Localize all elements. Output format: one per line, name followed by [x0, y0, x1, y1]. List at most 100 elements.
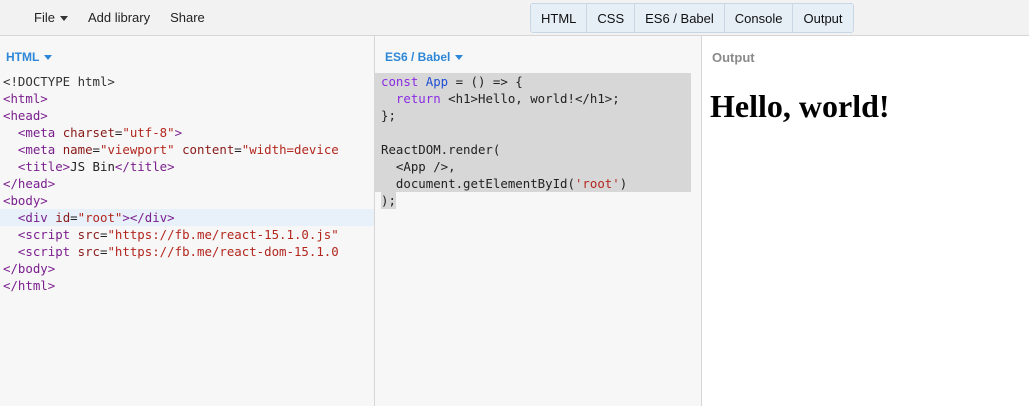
main-menu: File Add library Share [24, 0, 215, 36]
code-token: 'root' [574, 176, 620, 191]
code-token: = [70, 210, 78, 225]
code-line: document.getElementById('root') [375, 175, 691, 192]
code-token: <h1>Hello, world!</h1>; [440, 91, 620, 106]
code-token: </html> [3, 278, 56, 293]
file-menu-label: File [34, 10, 55, 25]
code-line [375, 124, 691, 141]
code-line: <body> [0, 192, 374, 209]
output-heading: Hello, world! [710, 88, 890, 124]
toggle-output[interactable]: Output [792, 4, 853, 32]
code-token: = [92, 142, 100, 157]
code-token: <head> [3, 108, 48, 123]
code-token: "width=device [241, 142, 339, 157]
code-token: "root" [77, 210, 123, 225]
code-token: <div [17, 210, 56, 225]
code-token: </title> [114, 159, 175, 174]
code-line: <title>JS Bin</title> [0, 158, 374, 175]
code-line: </head> [0, 175, 374, 192]
share-menu[interactable]: Share [160, 0, 215, 36]
code-token: charset [62, 125, 115, 140]
code-token: id [55, 210, 71, 225]
output-panel-label: Output [712, 50, 755, 65]
code-token: <meta [17, 125, 63, 140]
code-token: App [425, 74, 449, 89]
html-code-editor[interactable]: <!DOCTYPE html> <html> <head> <meta charse… [0, 73, 374, 294]
code-line: <meta name="viewport" content="width=dev… [0, 141, 374, 158]
code-line: return <h1>Hello, world!</h1>; [375, 90, 691, 107]
code-line: <div id="root"></div> [0, 209, 374, 226]
code-token: document.getElementById( [381, 176, 575, 191]
file-menu[interactable]: File [24, 0, 78, 36]
code-token: JS Bin [70, 159, 115, 174]
output-panel: Output Hello, world! [702, 36, 1029, 406]
toggle-js[interactable]: ES6 / Babel [634, 4, 724, 32]
js-panel-menu[interactable]: ES6 / Babel [385, 50, 464, 64]
code-line: const App = () => { [375, 73, 691, 90]
code-line: </body> [0, 260, 374, 277]
code-line: <script src="https://fb.me/react-15.1.0.… [0, 226, 374, 243]
code-token: ); [381, 193, 396, 208]
code-line: ); [375, 192, 701, 209]
code-line: </html> [0, 277, 374, 294]
code-token: </body> [3, 261, 56, 276]
chevron-down-icon [44, 55, 53, 60]
code-line: <html> [0, 90, 374, 107]
html-editor-panel: HTML <!DOCTYPE html> <html> <head> <meta c… [0, 36, 375, 406]
code-token: <script [17, 244, 78, 259]
code-token: <!DOCTYPE html> [3, 74, 115, 89]
chevron-down-icon [59, 16, 68, 21]
chevron-down-icon [455, 55, 464, 60]
code-token: ReactDOM.render( [381, 142, 501, 157]
code-token: "viewport" [100, 142, 175, 157]
code-token: ) [619, 176, 628, 191]
code-token: <App />, [381, 159, 456, 174]
html-panel-label: HTML [6, 50, 40, 64]
toggle-html[interactable]: HTML [531, 4, 587, 32]
code-token: <meta [17, 142, 63, 157]
add-library-menu[interactable]: Add library [78, 0, 160, 36]
code-token: <html> [3, 91, 48, 106]
code-token: "https://fb.me/react-dom-15.1.0 [107, 244, 339, 259]
panel-toggle-group: HTML CSS ES6 / Babel Console Output [530, 3, 854, 33]
toggle-css[interactable]: CSS [586, 4, 635, 32]
code-token: <body> [3, 193, 48, 208]
js-code-editor[interactable]: const App = () => { return <h1>Hello, wo… [375, 73, 701, 209]
toolbar: File Add library Share HTML CSS ES6 / Ba… [0, 0, 1029, 36]
code-token: src [77, 244, 100, 259]
code-token: = () => { [448, 74, 523, 89]
code-token: content [182, 142, 235, 157]
code-line: <head> [0, 107, 374, 124]
code-token: return [395, 91, 441, 106]
js-editor-panel: ES6 / Babel const App = () => { return <… [375, 36, 702, 406]
toggle-console[interactable]: Console [723, 4, 793, 32]
code-line: <meta charset="utf-8"> [0, 124, 374, 141]
code-token: <script [17, 227, 78, 242]
code-token: ></div> [122, 210, 175, 225]
code-token: </head> [3, 176, 56, 191]
code-line: }; [375, 107, 691, 124]
code-token: const [381, 74, 426, 89]
selection-end: ); [381, 192, 396, 209]
html-panel-menu[interactable]: HTML [6, 50, 53, 64]
code-token: }; [381, 108, 396, 123]
code-token: > [174, 125, 183, 140]
js-panel-label: ES6 / Babel [385, 50, 451, 64]
code-line: <App />, [375, 158, 691, 175]
code-token: name [62, 142, 93, 157]
code-token: src [77, 227, 100, 242]
code-line: <script src="https://fb.me/react-dom-15.… [0, 243, 374, 260]
code-line: ReactDOM.render( [375, 141, 691, 158]
code-token: "https://fb.me/react-15.1.0.js" [107, 227, 339, 242]
code-line: <!DOCTYPE html> [0, 73, 374, 90]
code-token: = [234, 142, 242, 157]
code-token: "utf-8" [122, 125, 175, 140]
code-token: <title> [17, 159, 71, 174]
